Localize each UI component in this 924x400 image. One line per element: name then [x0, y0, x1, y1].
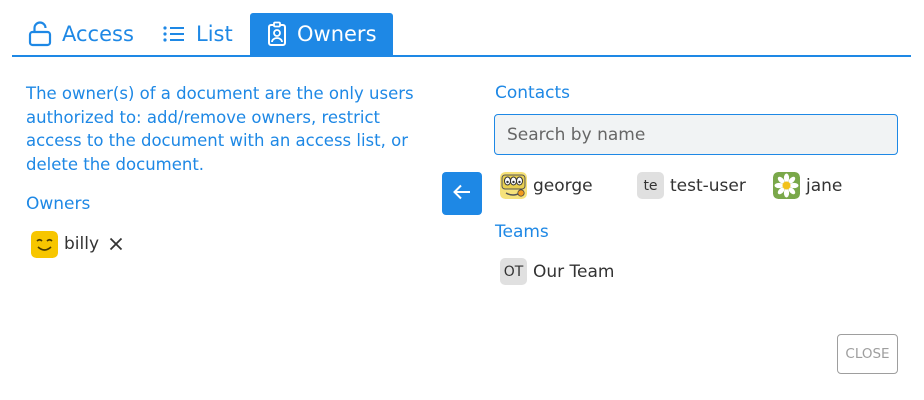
- monster-avatar: [500, 172, 527, 199]
- owner-chip-billy: billy: [31, 229, 125, 259]
- contact-name: george: [533, 175, 593, 196]
- owner-name: billy: [64, 234, 100, 254]
- badge-icon: [267, 21, 287, 47]
- team-name: Our Team: [533, 261, 615, 282]
- owners-description: The owner(s) of a document are the only …: [26, 84, 414, 174]
- tab-bar: Access List Owners: [12, 13, 911, 57]
- daisy-avatar: [773, 172, 800, 199]
- contacts-label: Contacts: [495, 83, 570, 103]
- contact-chip-test-user[interactable]: te test-user: [637, 171, 746, 200]
- contact-chip-george[interactable]: george: [500, 171, 593, 200]
- tab-owners[interactable]: Owners: [250, 13, 393, 55]
- close-button[interactable]: CLOSE: [837, 334, 898, 374]
- unlock-icon: [28, 21, 52, 47]
- initials-avatar: OT: [500, 258, 527, 285]
- arrow-left-icon: [452, 183, 472, 205]
- team-chip-our-team[interactable]: OT Our Team: [500, 257, 614, 286]
- tab-list[interactable]: List: [162, 13, 233, 55]
- contact-name: jane: [806, 175, 843, 196]
- owners-dialog: Access List Owners The owner(s) of a doc…: [0, 0, 924, 400]
- initials-avatar: te: [637, 172, 664, 199]
- tab-owners-label: Owners: [297, 22, 377, 46]
- add-owner-button[interactable]: [442, 172, 482, 215]
- search-input[interactable]: [494, 114, 898, 155]
- owners-label: Owners: [26, 194, 91, 214]
- list-icon: [162, 24, 186, 44]
- contact-chip-jane[interactable]: jane: [773, 171, 842, 200]
- remove-owner-icon[interactable]: [107, 235, 125, 253]
- smiley-avatar: [31, 230, 58, 258]
- teams-label: Teams: [495, 222, 549, 242]
- contact-name: test-user: [670, 175, 746, 196]
- tab-access[interactable]: Access: [28, 13, 134, 55]
- tab-access-label: Access: [62, 22, 134, 46]
- tab-list-label: List: [196, 22, 233, 46]
